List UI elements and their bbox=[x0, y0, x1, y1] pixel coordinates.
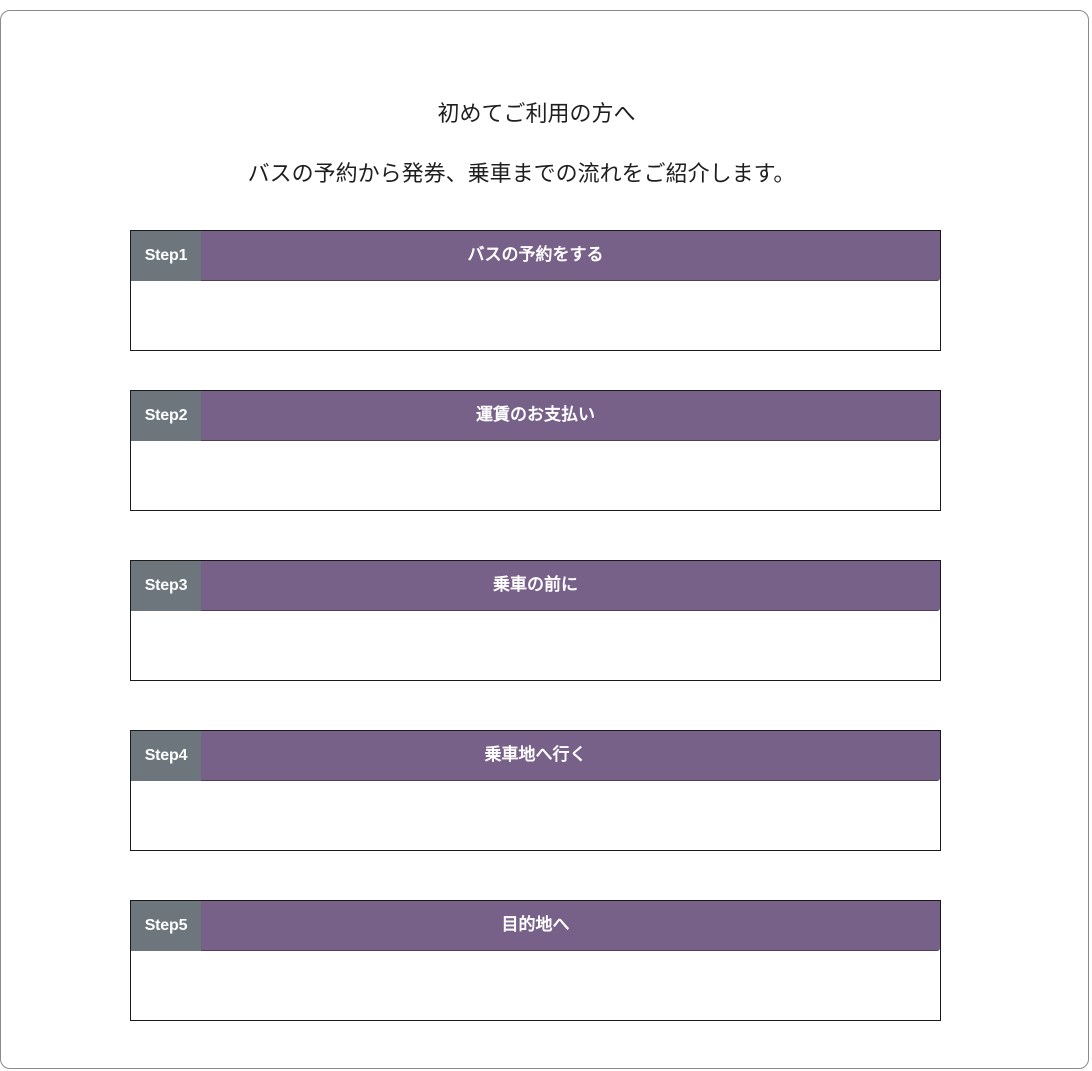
step-card-4[interactable]: Step4 乗車地へ行く bbox=[130, 730, 941, 851]
step-body bbox=[131, 951, 940, 1020]
step-header[interactable]: Step2 運賃のお支払い bbox=[131, 391, 940, 441]
page-subtitle: バスの予約から発券、乗車までの流れをご紹介します。 bbox=[247, 162, 796, 187]
step-title: バスの予約をする bbox=[467, 245, 604, 265]
step-body bbox=[131, 781, 940, 850]
step-title: 運賃のお支払い bbox=[476, 405, 595, 425]
step-header[interactable]: Step4 乗車地へ行く bbox=[131, 731, 940, 781]
step-number-label: Step4 bbox=[131, 731, 201, 781]
step-card-2[interactable]: Step2 運賃のお支払い bbox=[130, 390, 941, 511]
step-card-1[interactable]: Step1 バスの予約をする bbox=[130, 230, 941, 351]
step-body bbox=[131, 281, 940, 350]
step-number-label: Step3 bbox=[131, 561, 201, 611]
page-title: 初めてご利用の方へ bbox=[437, 102, 636, 127]
step-title: 乗車の前に bbox=[493, 575, 578, 595]
step-header[interactable]: Step3 乗車の前に bbox=[131, 561, 940, 611]
step-number-label: Step1 bbox=[131, 231, 201, 281]
step-body bbox=[131, 441, 940, 510]
step-number-label: Step5 bbox=[131, 901, 201, 951]
step-title: 乗車地へ行く bbox=[484, 745, 587, 765]
step-card-5[interactable]: Step5 目的地へ bbox=[130, 900, 941, 1021]
step-header[interactable]: Step1 バスの予約をする bbox=[131, 231, 940, 281]
step-header[interactable]: Step5 目的地へ bbox=[131, 901, 940, 951]
step-body bbox=[131, 611, 940, 680]
step-card-3[interactable]: Step3 乗車の前に bbox=[130, 560, 941, 681]
step-number-label: Step2 bbox=[131, 391, 201, 441]
step-title: 目的地へ bbox=[501, 915, 570, 935]
